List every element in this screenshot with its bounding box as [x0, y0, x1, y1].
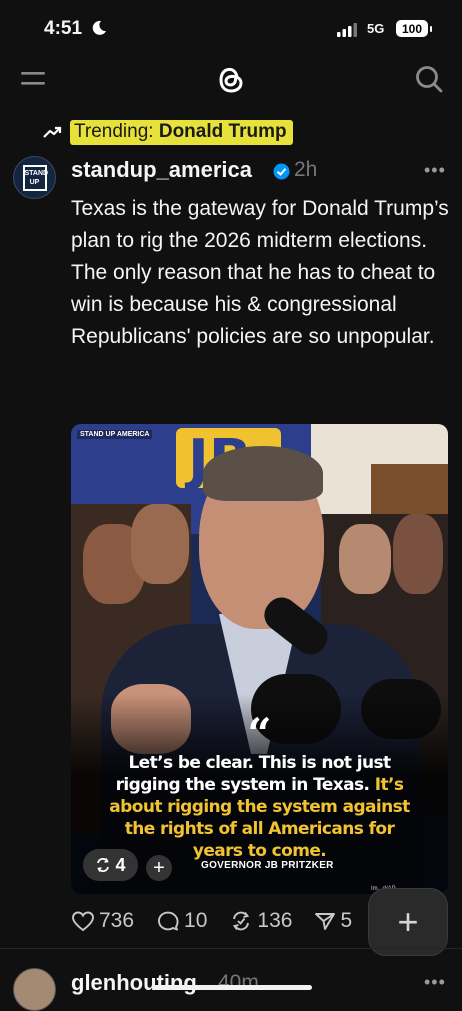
repost-button[interactable]: 136	[229, 909, 292, 933]
post-username[interactable]: standup_america	[71, 157, 252, 183]
battery-indicator: 100	[396, 20, 432, 37]
more-icon[interactable]: •••	[424, 972, 446, 993]
avatar[interactable]	[13, 968, 56, 1011]
menu-icon[interactable]	[21, 70, 45, 88]
signal-icon	[337, 23, 357, 37]
post-image[interactable]: STAND UP AMERICA “ Let’s be clear. This …	[71, 424, 448, 894]
divider	[0, 948, 462, 949]
quote-white: Let’s be clear. This is not just rigging…	[115, 753, 392, 795]
threads-logo-icon[interactable]	[215, 63, 247, 97]
share-count: 5	[340, 909, 353, 932]
network-label: 5G	[367, 21, 385, 36]
verified-icon	[273, 163, 290, 180]
trend-icon	[43, 126, 62, 138]
image-watermark: STAND UP AMERICA	[77, 430, 153, 439]
image-quote: Let’s be clear. This is not just rigging…	[101, 752, 418, 862]
reply-count: 10	[184, 909, 208, 932]
repost-count: 136	[257, 909, 293, 932]
plus-icon[interactable]: +	[146, 855, 172, 881]
quote-attribution: GOVERNOR JB PRITZKER	[201, 860, 334, 871]
search-icon[interactable]	[414, 64, 444, 94]
compose-button[interactable]: +	[368, 888, 448, 956]
share-button[interactable]: 5	[314, 909, 352, 933]
share-icon	[315, 913, 336, 930]
avatar-logo: STAND UP	[22, 164, 48, 191]
post-actions: 736 10 136 5	[71, 906, 374, 936]
reply-icon	[158, 911, 179, 931]
media-repost-pill[interactable]: 4	[83, 849, 138, 881]
repost-icon	[97, 858, 110, 872]
avatar[interactable]: STAND UP	[13, 156, 56, 199]
like-count: 736	[99, 909, 135, 932]
reply-button[interactable]: 10	[156, 909, 207, 933]
trending-chip[interactable]: Trending: Donald Trump	[70, 119, 293, 145]
trending-prefix: Trending:	[74, 120, 159, 142]
speaker-hair	[203, 446, 323, 501]
more-icon[interactable]: •••	[424, 160, 445, 180]
post-text: Texas is the gateway for Donald Trump’s …	[71, 197, 449, 348]
heart-icon	[72, 911, 94, 932]
trending-banner[interactable]: Trending: Donald Trump	[42, 118, 293, 146]
repost-icon	[233, 911, 250, 931]
status-bar: 4:51 5G 100	[0, 0, 462, 56]
status-time: 4:51	[44, 18, 83, 39]
trending-topic: Donald Trump	[158, 120, 287, 142]
post-username[interactable]: glenhouting	[71, 970, 197, 996]
post-time: 40m	[218, 971, 259, 994]
like-button[interactable]: 736	[71, 909, 134, 933]
quote-mark: “	[247, 709, 272, 758]
moon-icon	[92, 20, 106, 35]
media-repost-count: 4	[115, 854, 126, 875]
home-indicator[interactable]	[152, 985, 312, 990]
post-time: 2h	[294, 158, 318, 181]
